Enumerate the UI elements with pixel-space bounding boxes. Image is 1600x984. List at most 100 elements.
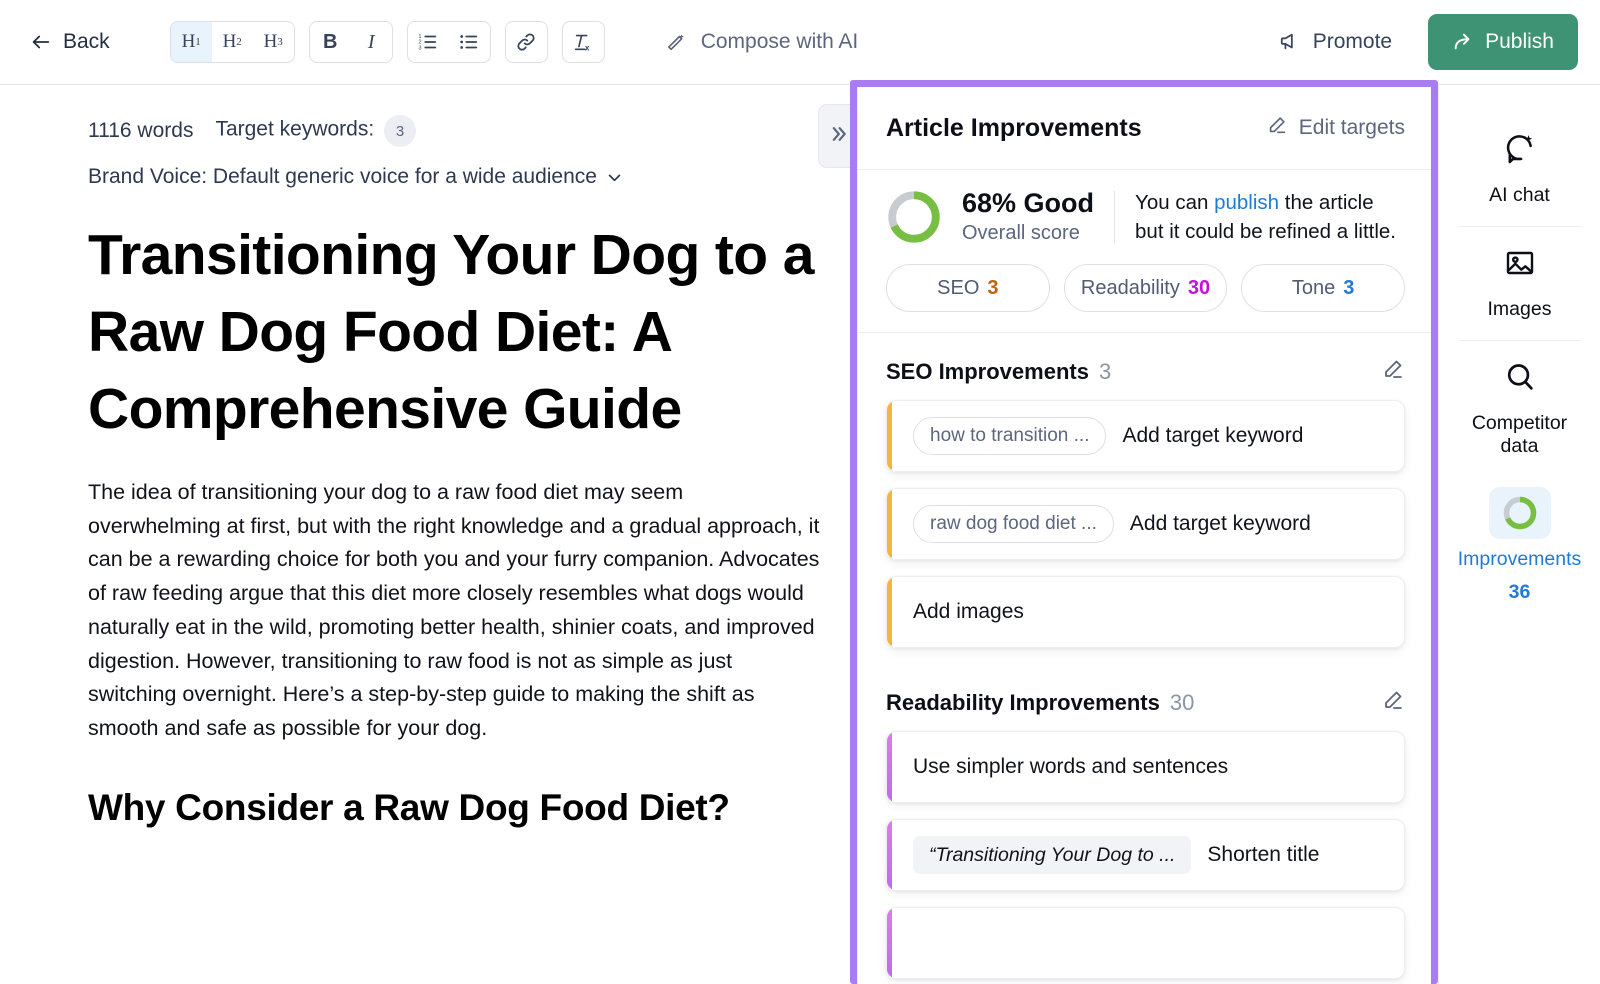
svg-text:x: x xyxy=(585,43,590,52)
h1-sub: 1 xyxy=(195,36,201,48)
pill-readability-value: 30 xyxy=(1187,276,1211,299)
article-editor[interactable]: 1116 words Target keywords: 3 Brand Voic… xyxy=(0,85,860,984)
rail-item-improvements[interactable]: Improvements 36 xyxy=(1452,477,1588,622)
score-donut-icon xyxy=(886,189,942,245)
promote-label: Promote xyxy=(1312,30,1393,53)
seo-section-count: 3 xyxy=(1098,358,1112,384)
italic-button[interactable]: I xyxy=(351,22,392,62)
link-button[interactable] xyxy=(506,22,547,62)
article-improvements-panel: Article Improvements Edit targets 68% Go… xyxy=(857,87,1431,984)
readability-edit-pencil-icon[interactable] xyxy=(1381,688,1405,717)
target-keywords-count: 3 xyxy=(384,115,417,147)
pill-seo-label: SEO xyxy=(937,276,980,299)
rail-item-competitor-data[interactable]: Competitor data xyxy=(1452,341,1588,478)
readability-section-title: Readability Improvements xyxy=(886,689,1160,715)
brand-voice-selector[interactable]: Brand Voice: Default generic voice for a… xyxy=(88,165,820,189)
seo-cards: how to transition ... Add target keyword… xyxy=(858,400,1431,649)
pill-readability-label: Readability xyxy=(1080,276,1180,299)
brand-voice-label: Brand Voice: Default generic voice for a… xyxy=(88,165,597,188)
rail-item-ai-chat[interactable]: AI chat xyxy=(1452,113,1588,226)
rail-label: Competitor data xyxy=(1471,411,1568,458)
seo-section-title: SEO Improvements xyxy=(886,358,1089,384)
publish-button[interactable]: Publish xyxy=(1428,14,1578,70)
formatting-groups: H1 H2 H3 B I 1 2 3 x xyxy=(169,21,605,63)
clear-formatting-icon: x xyxy=(572,31,594,53)
heading1-button[interactable]: H1 xyxy=(170,22,212,62)
heading2-button[interactable]: H2 xyxy=(212,22,253,62)
pill-tone[interactable]: Tone 3 xyxy=(1241,264,1406,313)
text-style-group: B I xyxy=(308,21,393,63)
pill-readability[interactable]: Readability 30 xyxy=(1063,264,1228,313)
ai-chat-icon xyxy=(1489,123,1551,175)
score-message-before: You can xyxy=(1135,191,1215,214)
back-label: Back xyxy=(63,30,110,53)
image-icon xyxy=(1489,237,1551,289)
h3-sub: 3 xyxy=(277,36,283,48)
article-paragraph[interactable]: The idea of transitioning your dog to a … xyxy=(88,476,820,746)
article-meta: 1116 words Target keywords: 3 xyxy=(88,115,820,147)
numbered-list-icon: 1 2 3 xyxy=(417,31,439,53)
h2-sub: 2 xyxy=(236,36,242,48)
bullet-list-button[interactable] xyxy=(449,22,490,62)
score-sublabel: Overall score xyxy=(962,222,1080,245)
rail-label: Improvements xyxy=(1457,548,1582,571)
megaphone-icon xyxy=(1279,31,1301,53)
improvement-card[interactable]: how to transition ... Add target keyword xyxy=(886,400,1405,473)
bold-button[interactable]: B xyxy=(310,22,351,62)
improvement-card[interactable]: Add images xyxy=(886,576,1405,649)
pill-tone-value: 3 xyxy=(1343,276,1355,299)
right-rail: AI chat Images Competitor data Improveme… xyxy=(1438,85,1600,984)
panel-title: Article Improvements xyxy=(886,113,1142,142)
edit-targets-label: Edit targets xyxy=(1298,116,1405,139)
rail-item-images[interactable]: Images xyxy=(1452,227,1588,340)
score-text: 68% Good Overall score xyxy=(962,188,1094,246)
heading-group: H1 H2 H3 xyxy=(169,21,295,63)
readability-section-count: 30 xyxy=(1169,689,1195,715)
seo-edit-pencil-icon[interactable] xyxy=(1381,357,1405,386)
clear-formatting-button[interactable]: x xyxy=(563,22,604,62)
compose-with-ai-button[interactable]: Compose with AI xyxy=(667,30,858,54)
h2-label: H xyxy=(222,31,237,52)
score-percent: 68% Good xyxy=(962,188,1095,219)
numbered-list-button[interactable]: 1 2 3 xyxy=(408,22,449,62)
section-header-seo: SEO Improvements 3 xyxy=(858,333,1431,400)
publish-link[interactable]: publish xyxy=(1214,191,1279,214)
share-arrow-icon xyxy=(1452,31,1474,53)
readability-cards: Use simpler words and sentences “Transit… xyxy=(858,731,1431,980)
collapse-panel-button[interactable] xyxy=(818,104,858,168)
rail-label: AI chat xyxy=(1489,184,1550,206)
svg-text:3: 3 xyxy=(419,46,422,52)
card-action-text: Add images xyxy=(913,600,1024,624)
article-heading-2[interactable]: Why Consider a Raw Dog Food Diet? xyxy=(88,784,820,832)
magic-wand-icon xyxy=(667,31,689,53)
pencil-icon xyxy=(1266,114,1288,142)
score-donut-icon xyxy=(1488,487,1551,540)
back-button[interactable]: Back xyxy=(30,30,110,54)
pill-seo[interactable]: SEO 3 xyxy=(886,264,1050,313)
list-group: 1 2 3 xyxy=(406,21,491,63)
target-keywords-label: Target keywords: xyxy=(215,117,375,141)
article-title[interactable]: Transitioning Your Dog to a Raw Dog Food… xyxy=(88,217,820,448)
app-root: Back H1 H2 H3 B I 1 2 3 x Compose with A… xyxy=(0,0,1600,984)
improvement-card[interactable]: Use simpler words and sentences xyxy=(886,731,1405,804)
overall-score-box: 68% Good Overall score You can publish t… xyxy=(858,170,1431,334)
improvement-card[interactable]: “Transitioning Your Dog to ... Shorten t… xyxy=(886,819,1405,892)
edit-targets-button[interactable]: Edit targets xyxy=(1266,114,1405,142)
rail-count: 36 xyxy=(1508,580,1531,603)
link-icon xyxy=(515,31,537,53)
bullet-list-icon xyxy=(458,31,480,53)
clear-format-group: x xyxy=(561,21,605,63)
heading3-button[interactable]: H3 xyxy=(253,22,294,62)
link-group xyxy=(504,21,548,63)
back-arrow-icon xyxy=(30,31,52,53)
card-action-text: Add target keyword xyxy=(1122,424,1304,448)
target-keywords[interactable]: Target keywords: 3 xyxy=(215,115,417,147)
score-row: 68% Good Overall score You can publish t… xyxy=(886,188,1405,246)
word-count: 1116 words xyxy=(88,119,194,142)
improvement-card-partial[interactable] xyxy=(886,907,1405,980)
promote-button[interactable]: Promote xyxy=(1279,30,1392,54)
h3-label: H xyxy=(263,31,278,52)
chevron-down-icon xyxy=(606,169,623,186)
improvement-card[interactable]: raw dog food diet ... Add target keyword xyxy=(886,488,1405,561)
top-toolbar: Back H1 H2 H3 B I 1 2 3 x Compose with A… xyxy=(0,0,1600,85)
